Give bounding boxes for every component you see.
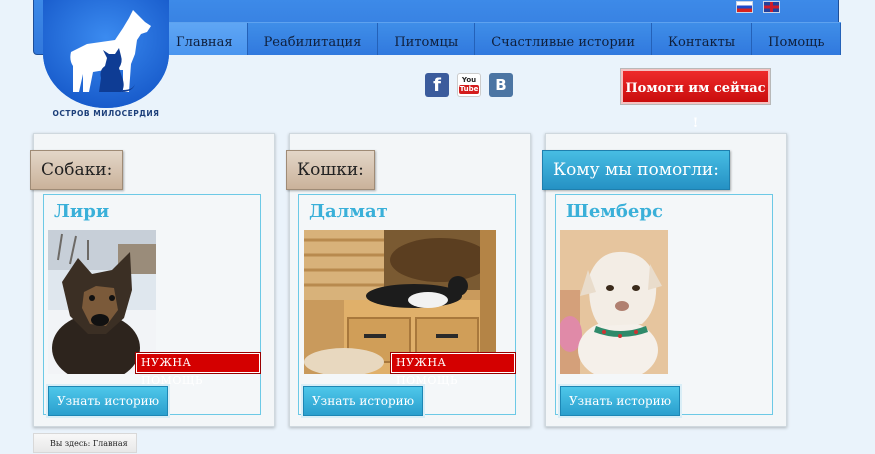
russia-flag-icon[interactable] [736,1,753,13]
pet-name-dalmat[interactable]: Далмат [309,201,388,222]
helped-dog-photo[interactable] [560,230,668,374]
nav-item-happy-stories[interactable]: Счастливые истории [475,23,652,55]
pet-name-liri[interactable]: Лири [54,201,109,222]
cat-pet-box: Далмат НУЖНА ПОМОЩЬ Узнать историю [298,194,516,416]
uk-flag-icon[interactable] [763,1,780,13]
pet-name-shembers[interactable]: Шемберс [566,201,663,222]
nav-item-rehabilitation[interactable]: Реабилитация [248,23,379,55]
social-links: f You Tube B [425,73,513,97]
vkontakte-icon[interactable]: B [489,73,513,97]
youtube-icon[interactable]: You Tube [457,73,481,97]
facebook-icon[interactable]: f [425,73,449,97]
nav-item-home[interactable]: Главная [164,23,248,55]
logo-caption: ОСТРОВ МИЛОСЕРДИЯ [52,109,160,118]
main-nav: Главная Реабилитация Питомцы Счастливые … [163,22,842,55]
nav-item-help[interactable]: Помощь [752,23,842,55]
need-help-badge: НУЖНА ПОМОЩЬ [391,353,515,387]
breadcrumb: Вы здесь: Главная [33,433,137,453]
dog-cat-logo-icon [43,0,169,108]
tab-we-helped[interactable]: Кому мы помогли: [542,150,730,190]
learn-story-button[interactable]: Узнать историю [48,386,169,416]
need-help-badge: НУЖНА ПОМОЩЬ [136,353,260,387]
nav-item-contacts[interactable]: Контакты [652,23,753,55]
learn-story-button[interactable]: Узнать историю [560,386,681,416]
dog-pet-box: Лири НУЖНА ПОМОЩЬ Узнать историю [43,194,261,416]
help-now-button[interactable]: Помоги им сейчас ! [621,69,770,131]
nav-item-pets[interactable]: Питомцы [378,23,476,55]
tab-dogs[interactable]: Собаки: [30,150,124,190]
learn-story-button[interactable]: Узнать историю [303,386,424,416]
language-switcher [736,1,780,13]
tab-cats[interactable]: Кошки: [286,150,375,190]
site-logo[interactable]: ОСТРОВ МИЛОСЕРДИЯ [41,0,171,125]
helped-pet-box: Шемберс Узнать историю [555,194,773,416]
